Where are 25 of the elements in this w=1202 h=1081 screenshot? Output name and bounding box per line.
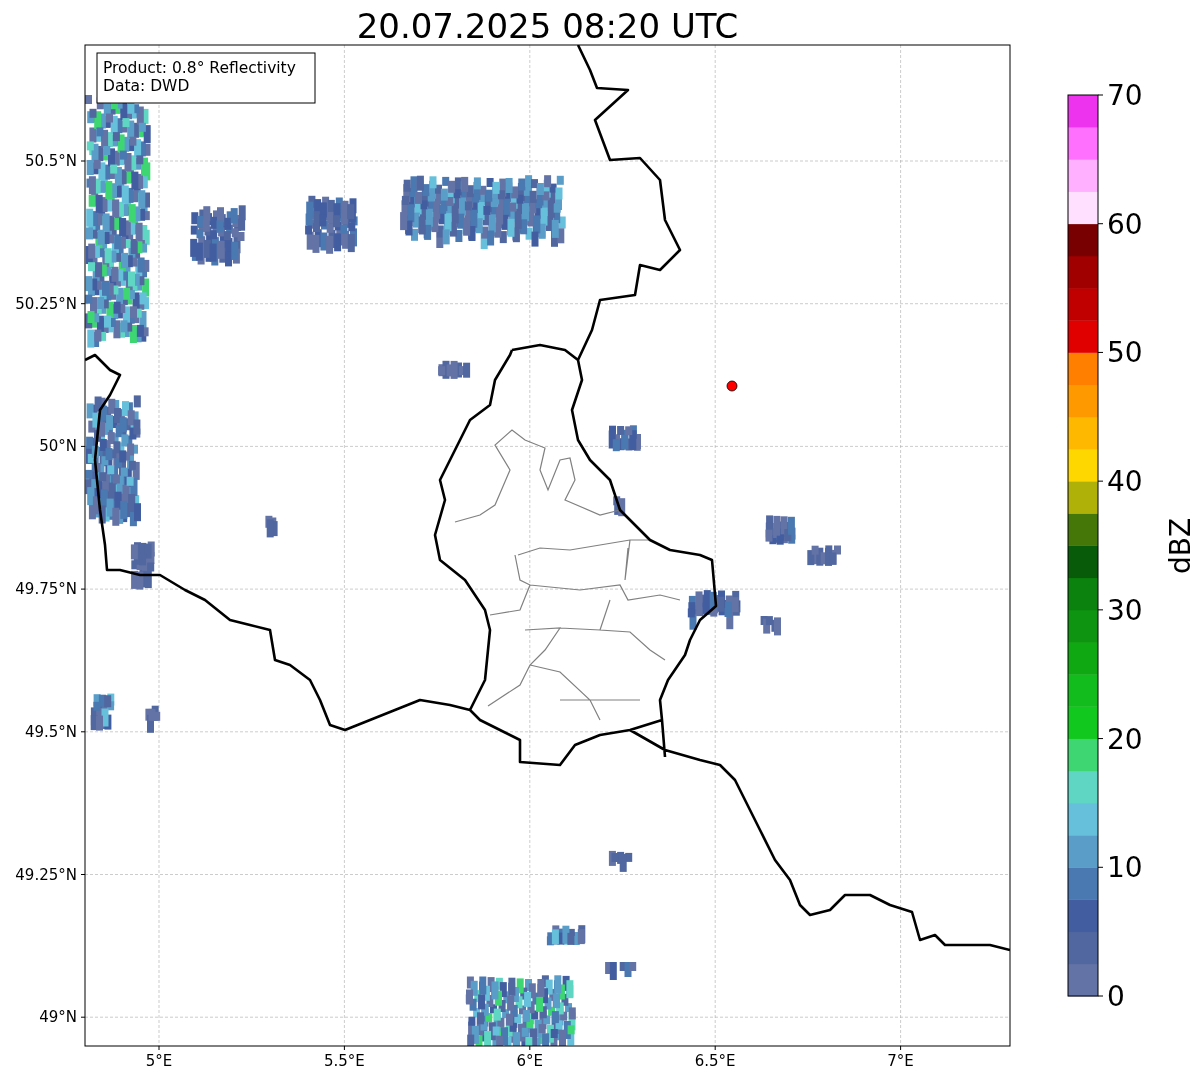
legend-text: Product: 0.8° Reflectivity: [103, 59, 296, 77]
longitude-label: 5°E: [145, 1052, 173, 1070]
longitude-label: 6.5°E: [694, 1052, 736, 1070]
colorbar-tick-label: 60: [1107, 207, 1143, 241]
latitude-label: 50.25°N: [15, 294, 77, 313]
latitude-label: 49°N: [39, 1008, 77, 1027]
colorbar-tick-label: 70: [1107, 79, 1143, 112]
latitude-label: 49.5°N: [24, 722, 77, 741]
colorbar-tick-label: 40: [1107, 465, 1143, 499]
latitude-label: 49.25°N: [15, 865, 77, 884]
longitude-label: 7°E: [887, 1052, 914, 1070]
latitude-label: 50.5°N: [24, 152, 77, 170]
latitude-label: 50°N: [39, 437, 77, 456]
colorbar-title: dBZ: [1164, 517, 1197, 575]
longitude-label: 6°E: [516, 1052, 544, 1070]
legend-text: Data: DWD: [103, 77, 190, 95]
map-title: 20.07.2025 08:20 UTC: [356, 6, 739, 46]
colorbar-tick-label: 10: [1107, 851, 1143, 885]
longitude-label: 5.5°E: [324, 1052, 365, 1070]
station-marker: [726, 380, 738, 392]
colorbar-tick-label: 20: [1107, 722, 1143, 756]
colorbar-tick-label: 50: [1107, 336, 1143, 370]
colorbar-tick-label: 30: [1107, 593, 1143, 627]
latitude-label: 49.75°N: [15, 580, 77, 599]
colorbar-tick-label: 0: [1107, 980, 1125, 1013]
